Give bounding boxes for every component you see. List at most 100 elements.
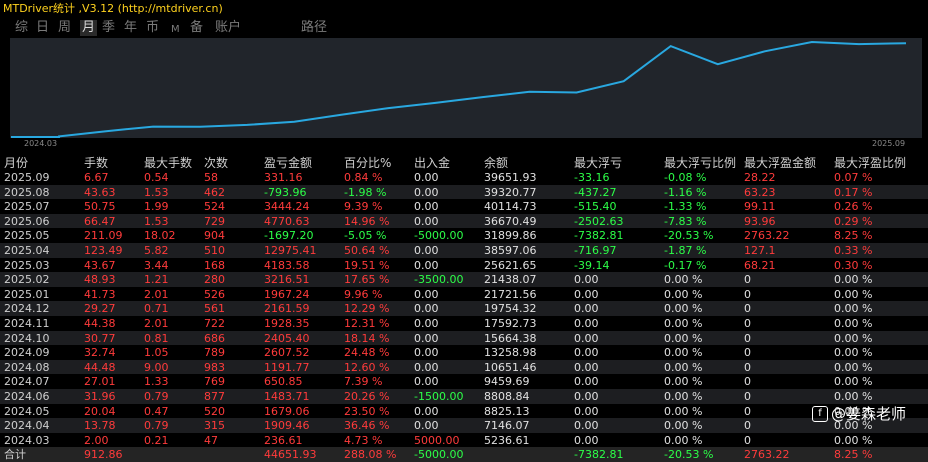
table-cell: 9.96 %	[344, 287, 383, 301]
table-cell: 0.00	[414, 214, 439, 228]
table-cell: 1.53	[144, 214, 169, 228]
table-row[interactable]: 2024.09 32.74 1.05 789 2607.52 24.48 % 0.00 132…	[0, 345, 928, 361]
table-cell: -2502.63	[574, 214, 624, 228]
table-cell: 29.27	[84, 302, 116, 316]
table-cell: 20.26 %	[344, 390, 390, 403]
table-cell: 1.05	[144, 346, 169, 360]
table-row[interactable]: 2024.06 31.96 0.79 877 1483.71 20.26 % -1500.0…	[0, 389, 928, 404]
table-cell: 524	[204, 200, 225, 214]
table-cell: 280	[204, 273, 225, 287]
tab-8[interactable]: 备	[190, 20, 203, 36]
table-cell: 0.00 %	[834, 331, 873, 345]
table-cell: 0.07 %	[834, 171, 873, 184]
table-total-row: 合计 912.86 44651.93 288.08 % -5000.00 -7382.81…	[0, 447, 928, 462]
tab-1[interactable]: 日	[36, 20, 49, 36]
table-cell: 0.00	[574, 433, 599, 447]
table-cell: 1191.77	[264, 360, 310, 374]
tab-0[interactable]: 综	[15, 20, 28, 36]
table-cell: 2025.08	[4, 185, 50, 199]
tab-4[interactable]: 季	[102, 20, 115, 36]
table-cell: 0.00	[414, 171, 439, 184]
table-cell: 2024.06	[4, 390, 50, 403]
table-cell: 12.29 %	[344, 302, 390, 316]
table-cell: 0	[744, 302, 751, 316]
equity-chart: 2024.03 2025.09	[0, 38, 928, 152]
tab-2[interactable]: 周	[58, 20, 71, 36]
table-cell: 18.02	[144, 229, 176, 243]
table-cell: -1500.00	[414, 390, 464, 403]
table-cell: 0.00 %	[834, 346, 873, 360]
table-cell: 0.71	[144, 302, 169, 316]
table-row[interactable]: 2024.05 20.04 0.47 520 1679.06 23.50 % 0.00 882…	[0, 403, 928, 419]
table-cell: 0.29 %	[834, 214, 873, 228]
table-row[interactable]: 2024.08 44.48 9.00 983 1191.77 12.60 % 0.00 106…	[0, 359, 928, 375]
table-row[interactable]: 2024.07 27.01 1.33 769 650.85 7.39 % 0.00 9459.…	[0, 374, 928, 390]
table-row[interactable]: 2024.03 2.00 0.21 47 236.61 4.73 % 5000.00 5236…	[0, 432, 928, 448]
table-cell: 68.21	[744, 258, 776, 272]
table-cell: 0.00	[414, 302, 439, 316]
table-cell: -1.33 %	[664, 200, 707, 214]
table-cell: 25621.65	[484, 258, 537, 272]
table-cell: 8825.13	[484, 404, 530, 418]
table-cell: 1679.06	[264, 404, 310, 418]
table-cell: 4.73 %	[344, 433, 383, 447]
table-cell: 0	[744, 360, 751, 374]
tab-3[interactable]: 月	[80, 20, 98, 36]
table-row[interactable]: 2024.12 29.27 0.71 561 2161.59 12.29 % 0.00 197…	[0, 301, 928, 317]
x-start-label: 2024.03	[24, 139, 58, 148]
table-row[interactable]: 2025.01 41.73 2.01 526 1967.24 9.96 % 0.00 2172…	[0, 286, 928, 302]
table-cell: 2025.09	[4, 171, 50, 184]
table-row[interactable]: 2025.05 211.09 18.02 904 -1697.20 -5.05 % -500…	[0, 228, 928, 244]
table-row[interactable]: 2024.04 13.78 0.79 315 1909.46 36.46 % 0.00 714…	[0, 418, 928, 434]
table-cell: 0	[744, 419, 751, 433]
table-row[interactable]: 2025.02 48.93 1.21 280 3216.51 17.65 % -3500.0…	[0, 272, 928, 288]
table-cell: 3444.24	[264, 200, 310, 214]
table-cell: 0	[744, 433, 751, 447]
table-row[interactable]: 2025.07 50.75 1.99 524 3444.24 9.39 % 0.00 4011…	[0, 199, 928, 215]
table-cell: 0.00 %	[664, 317, 703, 330]
table-cell: 0.00 %	[664, 360, 703, 374]
table-cell: 2025.01	[4, 287, 50, 301]
table-row[interactable]: 2025.03 43.67 3.44 168 4183.58 19.51 % 0.00 256…	[0, 257, 928, 273]
table-cell: 13.78	[84, 419, 116, 433]
table-row[interactable]: 2025.04 123.49 5.82 510 12975.41 50.64 % 0.00 3…	[0, 243, 928, 258]
table-row[interactable]: 2024.11 44.38 2.01 722 1928.35 12.31 % 0.00 175…	[0, 316, 928, 331]
table-cell: 5000.00	[414, 433, 460, 447]
table-cell: -1.87 %	[664, 244, 707, 257]
table-cell: 0.30 %	[834, 258, 873, 272]
table-row[interactable]: 2025.09 6.67 0.54 58 331.16 0.84 % 0.00 39651.9…	[0, 170, 928, 185]
table-cell: 2024.08	[4, 360, 50, 374]
table-cell: 17592.73	[484, 317, 537, 330]
table-cell: 0.21	[144, 433, 169, 447]
table-cell: 2025.05	[4, 229, 50, 243]
table-cell: -39.14	[574, 258, 610, 272]
total-cell: -5000.00	[414, 448, 464, 462]
table-cell: 3.44	[144, 258, 169, 272]
tab-10[interactable]: 路径	[301, 20, 327, 36]
table-cell: 0.00 %	[834, 375, 873, 389]
table-cell: 0	[744, 317, 751, 330]
tab-6[interactable]: 币	[146, 20, 159, 36]
table-row[interactable]: 2024.10 30.77 0.81 686 2405.40 18.14 % 0.00 156…	[0, 330, 928, 346]
tab-5[interactable]: 年	[124, 20, 137, 36]
table-cell: -1.98 %	[344, 185, 387, 199]
table-cell: 0.00 %	[834, 317, 873, 330]
table-cell: 4183.58	[264, 258, 310, 272]
table-cell: 50.64 %	[344, 244, 390, 257]
table-cell: 39320.77	[484, 185, 537, 199]
tab-9[interactable]: 账户	[215, 20, 241, 36]
table-row[interactable]: 2025.06 66.47 1.53 729 4770.63 14.96 % 0.00 366…	[0, 213, 928, 229]
table-cell: 9459.69	[484, 375, 530, 389]
table-cell: 0.00	[574, 390, 599, 403]
table-cell: 0.79	[144, 419, 169, 433]
table-cell: 2024.12	[4, 302, 50, 316]
table-row[interactable]: 2025.08 43.63 1.53 462 -793.96 -1.98 % 0.00 393…	[0, 184, 928, 200]
table-cell: 168	[204, 258, 225, 272]
table-cell: 32.74	[84, 346, 116, 360]
table-cell: 510	[204, 244, 225, 257]
table-cell: 983	[204, 360, 225, 374]
table-cell: 1.33	[144, 375, 169, 389]
tab-7[interactable]: M	[171, 22, 180, 38]
table-cell: 2025.04	[4, 244, 50, 257]
table-cell: -7382.81	[574, 229, 624, 243]
